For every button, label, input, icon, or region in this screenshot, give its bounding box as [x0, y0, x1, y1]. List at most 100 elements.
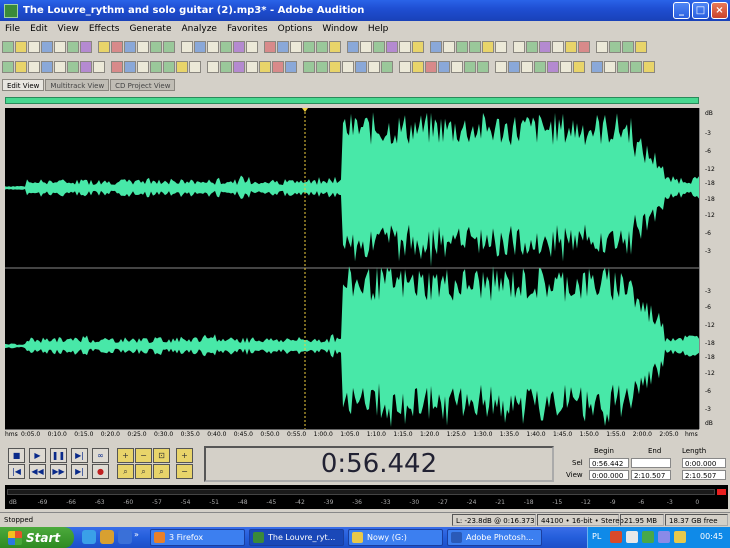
toolbar-button-icon[interactable]: [277, 40, 289, 53]
toolbar-button-icon[interactable]: [381, 60, 393, 73]
rewind-icon[interactable]: ◀◀: [29, 464, 46, 479]
toolbar-button-icon[interactable]: [617, 60, 629, 73]
stop-icon[interactable]: ■: [8, 448, 25, 463]
tab-edit-view[interactable]: Edit View: [2, 79, 45, 91]
toolbar-button-icon[interactable]: [565, 40, 577, 53]
record-icon[interactable]: ●: [92, 464, 109, 479]
toolbar-button-icon[interactable]: [425, 60, 437, 73]
toolbar-button-icon[interactable]: [124, 60, 136, 73]
close-button[interactable]: ×: [711, 2, 728, 19]
taskbar-item-folder[interactable]: Nowy (G:): [348, 529, 443, 546]
zoom-in-vertical-icon[interactable]: +: [176, 448, 193, 463]
play-icon[interactable]: ▶: [29, 448, 46, 463]
go-to-start-icon[interactable]: |◀: [8, 464, 25, 479]
view-end-field[interactable]: 2:10.507: [631, 470, 671, 480]
playhead-marker-top[interactable]: [302, 108, 308, 112]
toolbar-button-icon[interactable]: [438, 60, 450, 73]
toolbar-button-icon[interactable]: [207, 40, 219, 53]
toolbar-button-icon[interactable]: [539, 40, 551, 53]
zoom-full-icon[interactable]: ⊡: [153, 448, 170, 463]
toolbar-button-icon[interactable]: [316, 60, 328, 73]
toolbar-button-icon[interactable]: [630, 60, 642, 73]
toolbar-button-icon[interactable]: [591, 60, 603, 73]
toolbar-button-icon[interactable]: [451, 60, 463, 73]
menu-file[interactable]: File: [0, 24, 25, 34]
toolbar-button-icon[interactable]: [347, 40, 359, 53]
menu-edit[interactable]: Edit: [25, 24, 52, 34]
minimize-button[interactable]: _: [673, 2, 690, 19]
toolbar-button-icon[interactable]: [41, 60, 53, 73]
toolbar-button-icon[interactable]: [150, 40, 162, 53]
view-begin-field[interactable]: 0:00.000: [589, 470, 629, 480]
toolbar-button-icon[interactable]: [303, 40, 315, 53]
toolbar-button-icon[interactable]: [635, 40, 647, 53]
pause-icon[interactable]: ❚❚: [50, 448, 67, 463]
toolbar-button-icon[interactable]: [233, 40, 245, 53]
toolbar-button-icon[interactable]: [360, 40, 372, 53]
toolbar-button-icon[interactable]: [495, 60, 507, 73]
toolbar-button-icon[interactable]: [54, 40, 66, 53]
toolbar-button-icon[interactable]: [596, 40, 608, 53]
menu-window[interactable]: Window: [317, 24, 363, 34]
toolbar-button-icon[interactable]: [80, 60, 92, 73]
toolbar-button-icon[interactable]: [412, 60, 424, 73]
taskbar-item-audition[interactable]: The Louvre_ryt...: [249, 529, 344, 546]
toolbar-button-icon[interactable]: [137, 60, 149, 73]
toolbar-button-icon[interactable]: [259, 60, 271, 73]
sel-begin-field[interactable]: 0:56.442: [589, 458, 629, 468]
toolbar-button-icon[interactable]: [560, 60, 572, 73]
toolbar-button-icon[interactable]: [316, 40, 328, 53]
tray-volume-icon[interactable]: [626, 531, 638, 543]
toolbar-button-icon[interactable]: [111, 60, 123, 73]
toolbar-button-icon[interactable]: [194, 40, 206, 53]
toolbar-button-icon[interactable]: [547, 60, 559, 73]
tray-network-icon[interactable]: [642, 531, 654, 543]
toolbar-button-icon[interactable]: [430, 40, 442, 53]
toolbar-button-icon[interactable]: [495, 40, 507, 53]
toolbar-button-icon[interactable]: [477, 60, 489, 73]
toolbar-button-icon[interactable]: [220, 60, 232, 73]
toolbar-button-icon[interactable]: [15, 60, 27, 73]
toolbar-button-icon[interactable]: [368, 60, 380, 73]
toolbar-button-icon[interactable]: [264, 40, 276, 53]
zoom-to-left-icon[interactable]: ⌕: [117, 464, 134, 479]
overview-bar[interactable]: [5, 97, 699, 104]
toolbar-button-icon[interactable]: [329, 40, 341, 53]
toolbar-button-icon[interactable]: [412, 40, 424, 53]
toolbar-button-icon[interactable]: [246, 60, 258, 73]
menu-view[interactable]: View: [53, 24, 84, 34]
go-to-end-icon[interactable]: ▶|: [71, 464, 88, 479]
toolbar-button-icon[interactable]: [272, 60, 284, 73]
toolbar-button-icon[interactable]: [303, 60, 315, 73]
toolbar-button-icon[interactable]: [93, 60, 105, 73]
toolbar-button-icon[interactable]: [150, 60, 162, 73]
zoom-out-horizontal-icon[interactable]: −: [135, 448, 152, 463]
toolbar-button-icon[interactable]: [290, 40, 302, 53]
toolbar-button-icon[interactable]: [513, 40, 525, 53]
menu-favorites[interactable]: Favorites: [222, 24, 273, 34]
toolbar-button-icon[interactable]: [622, 40, 634, 53]
toolbar-button-icon[interactable]: [80, 40, 92, 53]
toolbar-button-icon[interactable]: [521, 60, 533, 73]
toolbar-button-icon[interactable]: [111, 40, 123, 53]
zoom-out-vertical-icon[interactable]: −: [176, 464, 193, 479]
sel-end-field[interactable]: [631, 458, 671, 468]
zoom-selection-icon[interactable]: ⌕: [153, 464, 170, 479]
toolbar-button-icon[interactable]: [67, 60, 79, 73]
play-to-end-icon[interactable]: ▶|: [71, 448, 88, 463]
toolbar-button-icon[interactable]: [386, 40, 398, 53]
toolbar-button-icon[interactable]: [137, 40, 149, 53]
toolbar-button-icon[interactable]: [552, 40, 564, 53]
toolbar-button-icon[interactable]: [443, 40, 455, 53]
toolbar-button-icon[interactable]: [464, 60, 476, 73]
toolbar-button-icon[interactable]: [98, 40, 110, 53]
toolbar-button-icon[interactable]: [355, 60, 367, 73]
time-ruler[interactable]: hms 0:05.0 0:10.0 0:15.0 0:20.0 0:25.0 0:30.0 0…: [5, 429, 699, 439]
toolbar-button-icon[interactable]: [176, 60, 188, 73]
view-length-field[interactable]: 2:10.507: [682, 470, 726, 480]
toolbar-button-icon[interactable]: [163, 60, 175, 73]
toolbar-button-icon[interactable]: [399, 60, 411, 73]
toolbar-button-icon[interactable]: [285, 60, 297, 73]
sel-length-field[interactable]: 0:00.000: [682, 458, 726, 468]
toolbar-button-icon[interactable]: [399, 40, 411, 53]
